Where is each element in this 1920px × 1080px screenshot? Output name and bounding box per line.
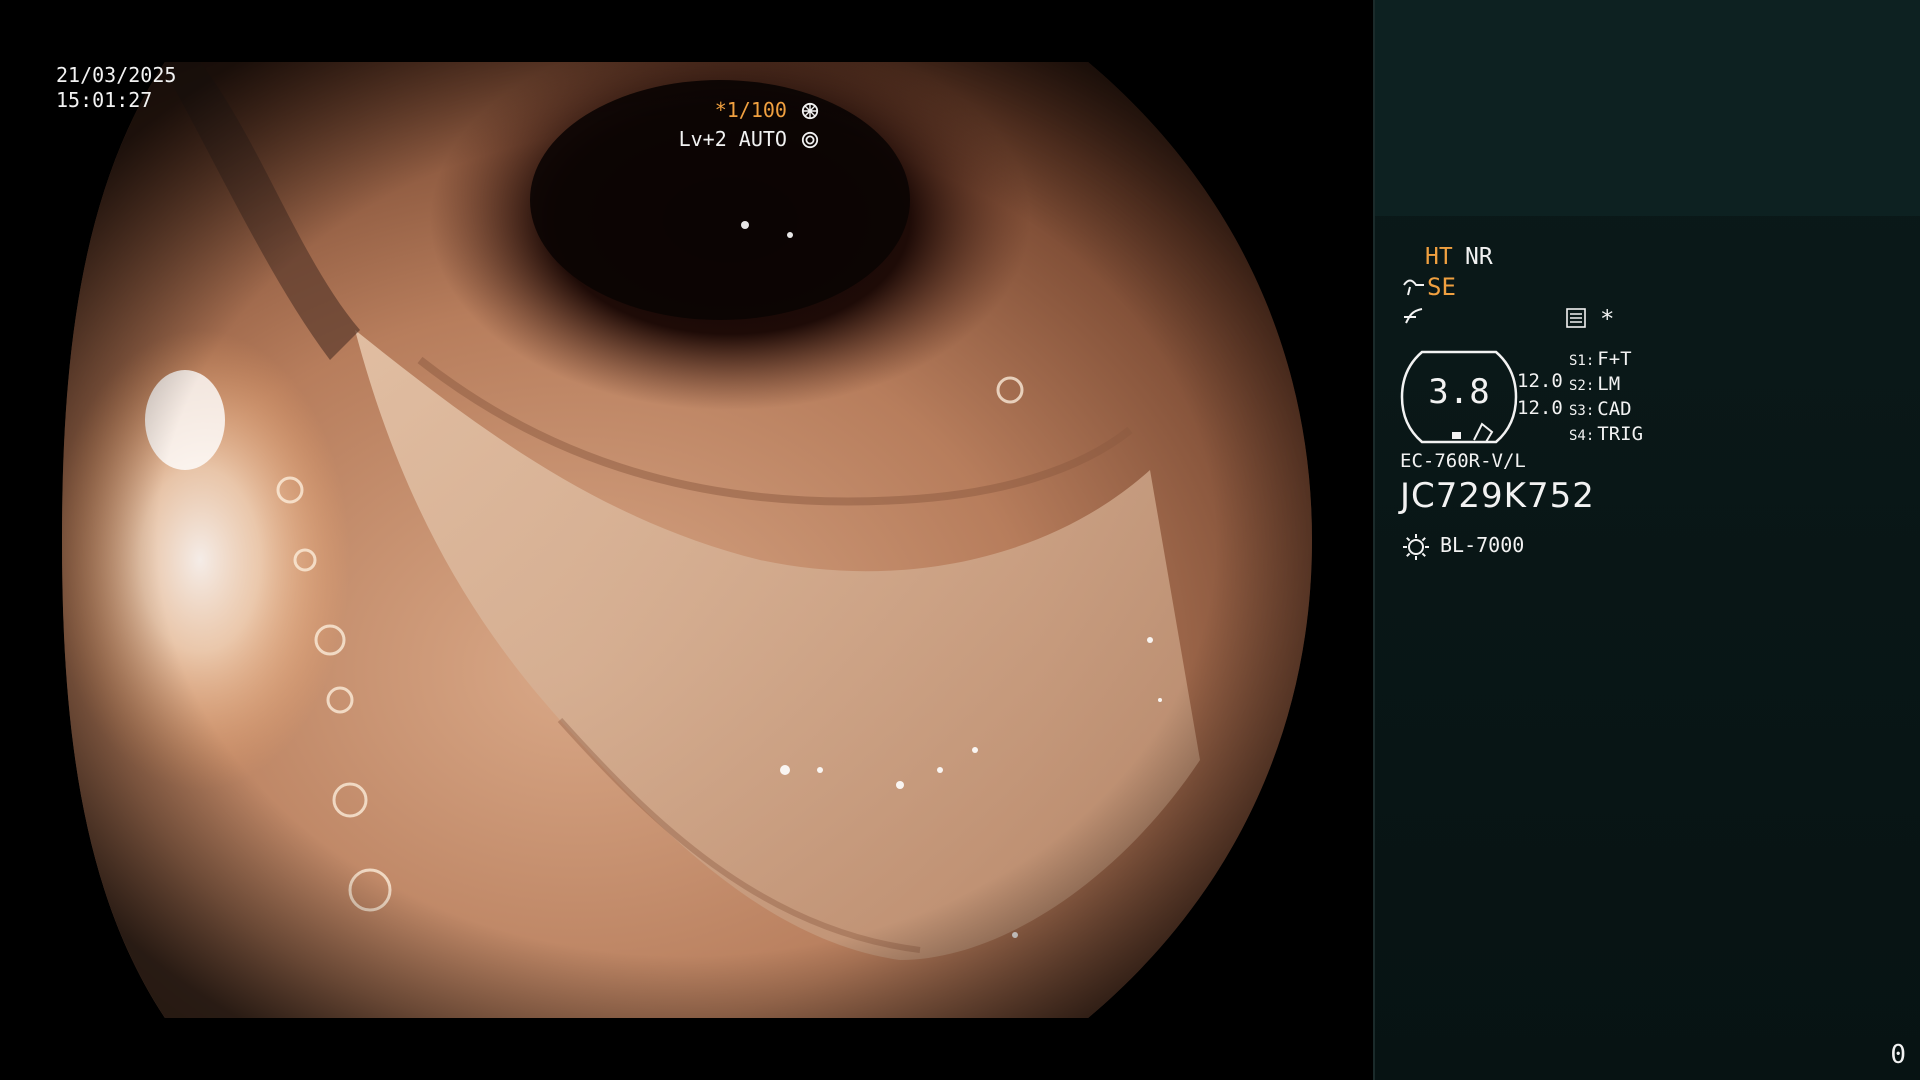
switch-value: F+T xyxy=(1597,348,1632,370)
panel-header-area xyxy=(1375,0,1920,216)
frame-counter: 0 xyxy=(1890,1040,1906,1070)
switch-key: S2: xyxy=(1569,378,1595,394)
date-text: 21/03/2025 xyxy=(56,63,177,87)
value-two: 12.0 xyxy=(1517,397,1563,419)
value-one: 12.0 xyxy=(1517,370,1563,392)
switch-value: CAD xyxy=(1597,398,1632,420)
star-indicator: * xyxy=(1600,305,1615,333)
light-source-icon xyxy=(1403,534,1429,560)
time-text: 15:01:27 xyxy=(56,88,153,112)
level-indicator: Lv+2 AUTO xyxy=(679,127,819,151)
gauge-value: 3.8 xyxy=(1428,372,1490,412)
switch-key: S4: xyxy=(1569,428,1595,444)
auto-iris-icon xyxy=(801,131,819,149)
switch-value: TRIG xyxy=(1597,423,1644,445)
switch-key: S1: xyxy=(1569,353,1595,369)
switch-row: S3: CAD xyxy=(1569,398,1632,420)
switch-row: S1: F+T xyxy=(1569,348,1632,370)
se-label: SE xyxy=(1427,273,1456,301)
light-source-label: BL-7000 xyxy=(1440,533,1525,557)
scope-model: EC-760R-V/L xyxy=(1400,450,1526,472)
info-panel: HT NR SE * 3.8 12.0 12.0 S1: F+T S2: LM S3… xyxy=(1373,0,1920,1080)
switch-row: S2: LM xyxy=(1569,373,1620,395)
shutter-text: *1/100 xyxy=(714,98,787,122)
shutter-icon xyxy=(801,102,819,120)
scope-serial: JC729K752 xyxy=(1400,476,1595,516)
nr-label: NR xyxy=(1465,244,1493,270)
menu-icon xyxy=(1566,308,1586,328)
structure-enhancement-icon xyxy=(1403,279,1424,296)
date-time: 21/03/2025 15:01:27 xyxy=(56,63,176,113)
switch-value: LM xyxy=(1597,373,1621,395)
endoscopy-view: 21/03/2025 15:01:27 *1/100 Lv+2 AUTO xyxy=(0,0,1373,1080)
level-text: Lv+2 AUTO xyxy=(678,127,787,151)
shutter-indicator: *1/100 xyxy=(715,98,819,122)
switch-key: S3: xyxy=(1569,403,1595,419)
switch-row: S4: TRIG xyxy=(1569,423,1643,445)
contrast-icon xyxy=(1404,308,1423,324)
endoscopy-image xyxy=(62,62,1312,1018)
ht-label: HT xyxy=(1425,244,1453,270)
